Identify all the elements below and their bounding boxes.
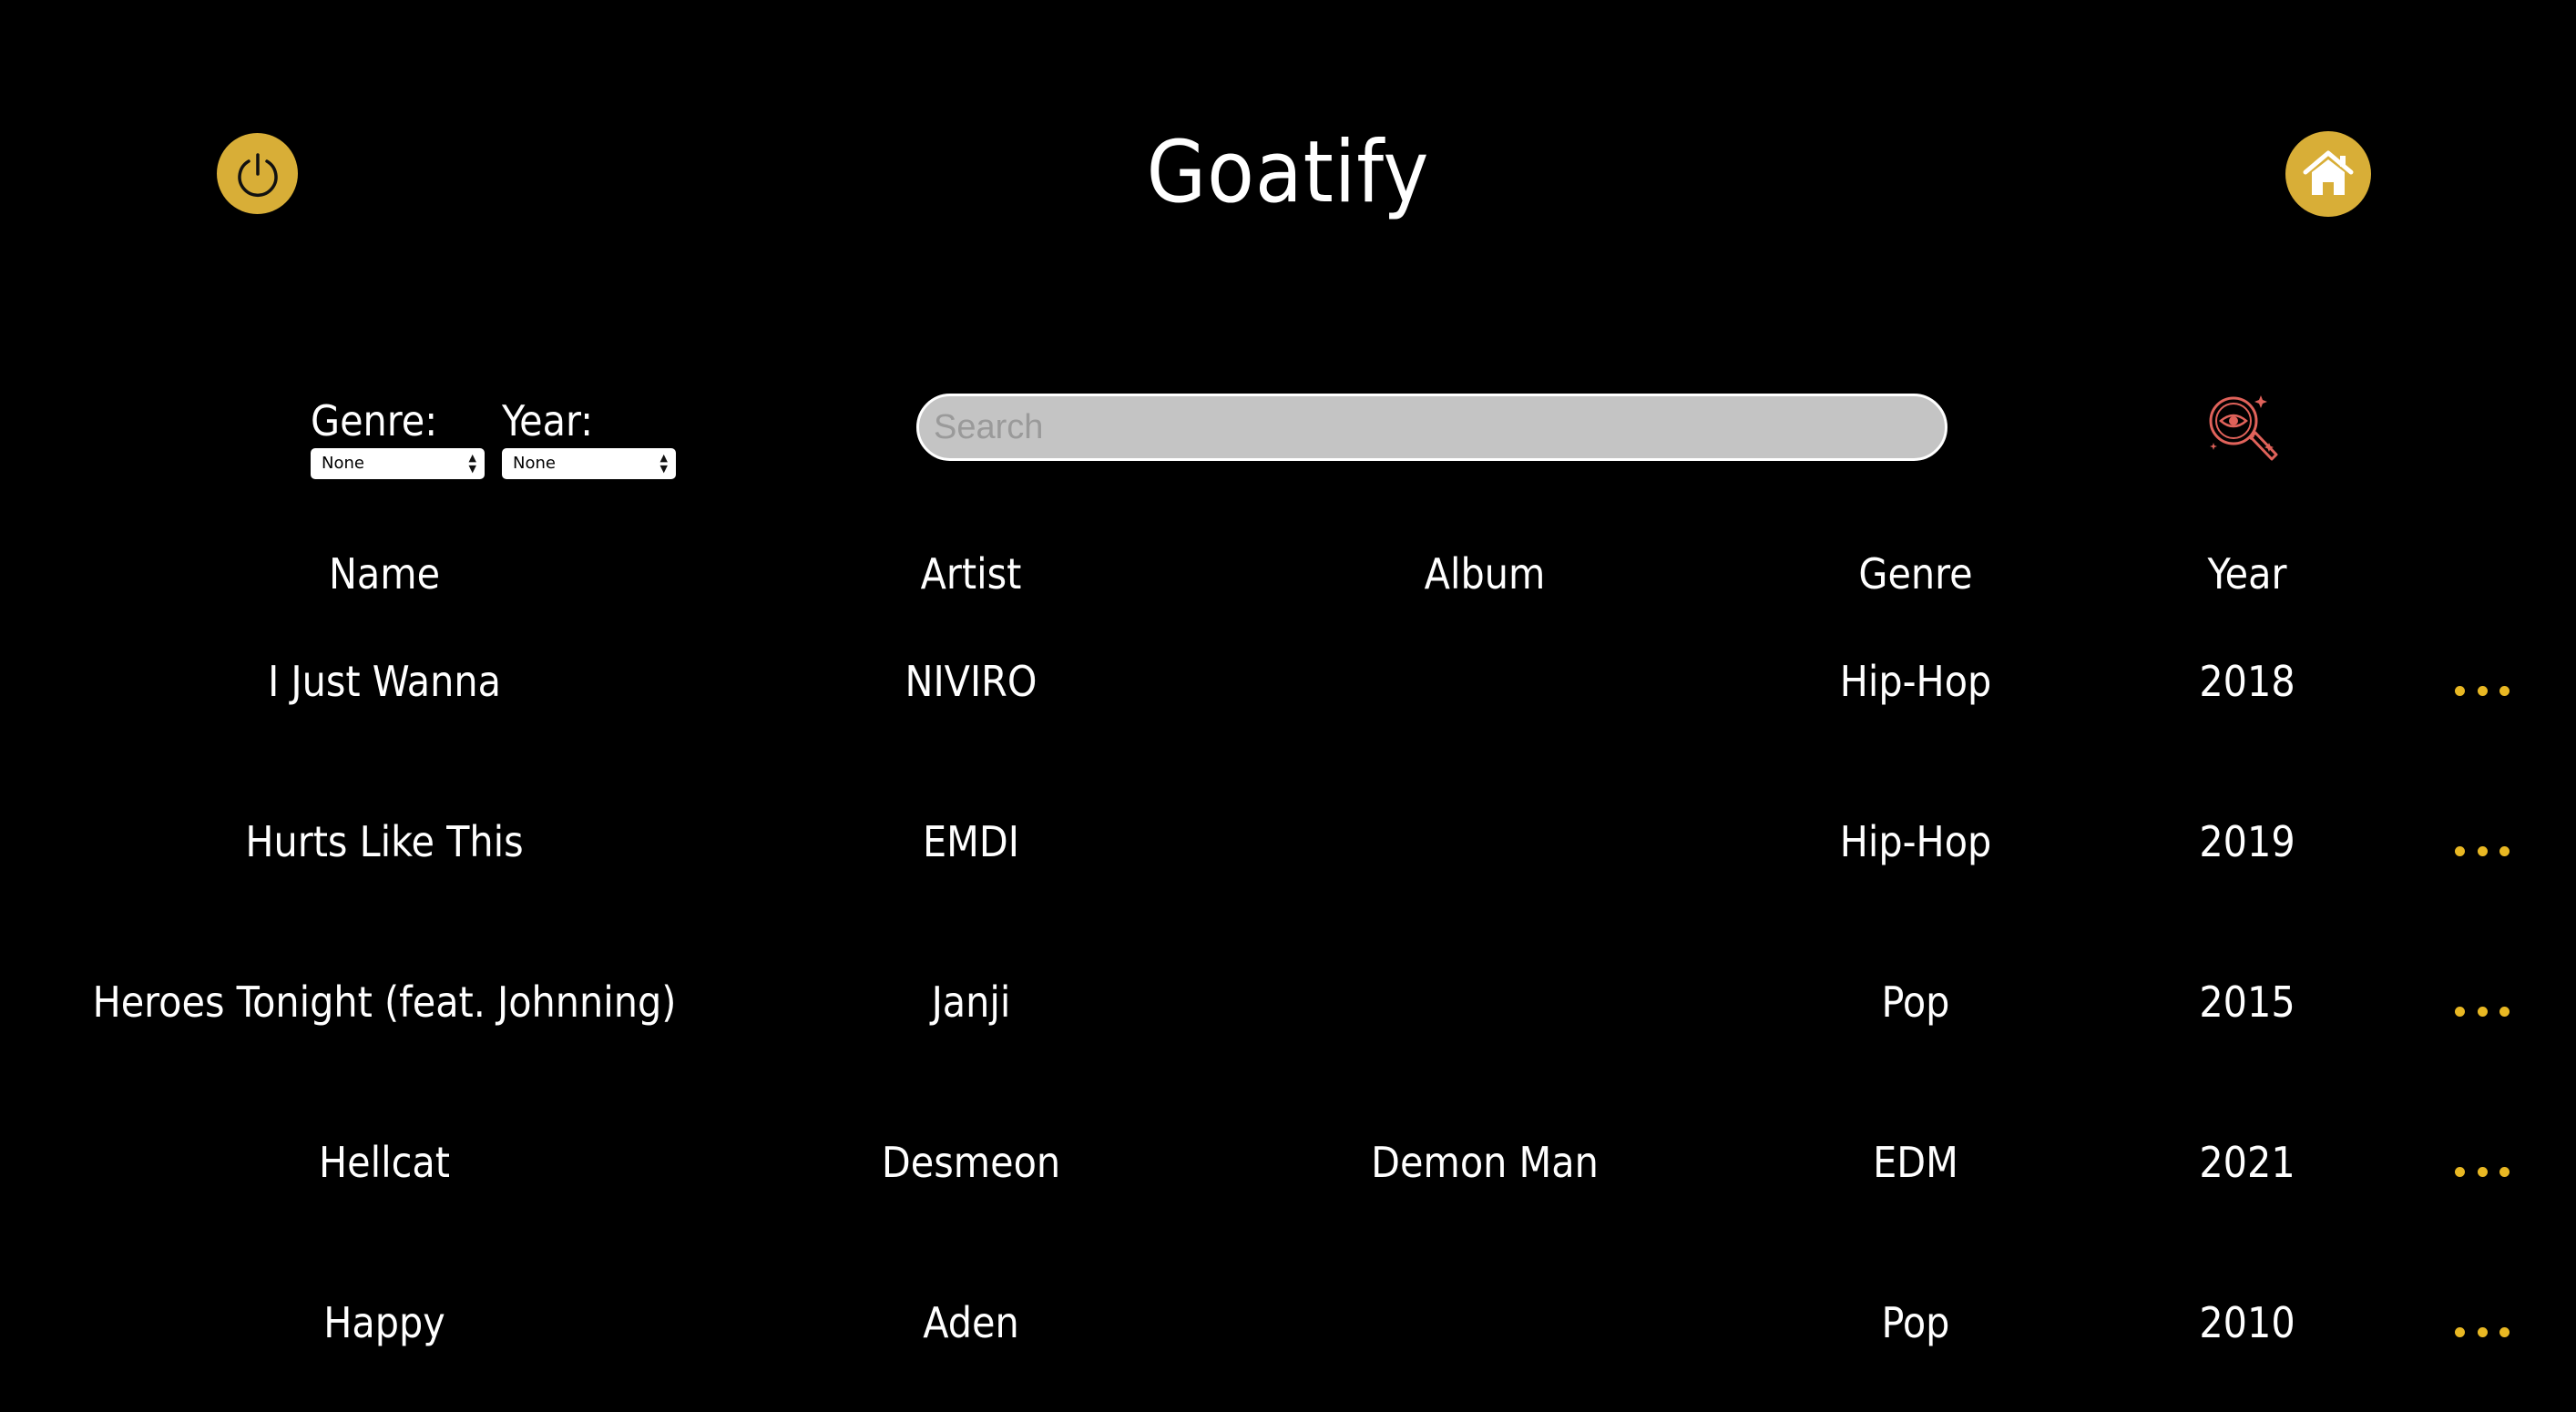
app-title: Goatify — [1146, 123, 1430, 222]
more-options-icon — [2499, 685, 2510, 696]
more-options-icon — [2477, 1326, 2488, 1337]
column-header-year[interactable]: Year — [2208, 547, 2287, 601]
genre-cell: EDM — [1873, 1138, 1958, 1187]
more-options-icon — [2455, 1326, 2465, 1337]
home-icon — [2303, 150, 2354, 195]
more-options-icon — [2455, 685, 2465, 696]
year-filter-label: Year: — [502, 396, 594, 445]
artist-cell: Aden — [923, 1298, 1019, 1347]
more-options-icon — [2499, 1166, 2510, 1177]
search-button[interactable] — [2204, 390, 2286, 465]
year-cell: 2019 — [2199, 817, 2295, 866]
genre-cell: Hip-Hop — [1839, 817, 1992, 866]
power-icon — [237, 152, 278, 197]
year-cell: 2021 — [2199, 1138, 2295, 1187]
search-eye-icon — [2209, 395, 2278, 461]
select-arrows-icon: ▲ ▼ — [659, 452, 668, 475]
song-name-cell: Hellcat — [319, 1138, 450, 1187]
year-select[interactable]: None ▲ ▼ — [502, 448, 676, 479]
column-header-genre[interactable]: Genre — [1858, 547, 1972, 601]
more-options-icon — [2455, 1006, 2465, 1017]
more-options-icon — [2477, 685, 2488, 696]
more-options-button[interactable] — [2455, 681, 2510, 700]
genre-cell: Pop — [1881, 977, 1950, 1027]
song-name-cell: Hurts Like This — [245, 817, 524, 866]
column-header-artist[interactable]: Artist — [921, 547, 1022, 601]
more-options-icon — [2477, 845, 2488, 856]
more-options-icon — [2455, 845, 2465, 856]
more-options-button[interactable] — [2455, 1002, 2510, 1020]
search-input[interactable] — [916, 394, 1947, 461]
artist-cell: Janji — [931, 977, 1011, 1027]
artist-cell: NIVIRO — [905, 657, 1038, 706]
column-header-name[interactable]: Name — [329, 547, 440, 601]
genre-cell: Hip-Hop — [1839, 657, 1992, 706]
genre-cell: Pop — [1881, 1298, 1950, 1347]
column-header-album[interactable]: Album — [1425, 547, 1546, 601]
more-options-icon — [2499, 845, 2510, 856]
year-filter: Year: None ▲ ▼ — [502, 394, 676, 479]
year-cell: 2018 — [2199, 657, 2295, 706]
more-options-icon — [2455, 1166, 2465, 1177]
genre-select[interactable]: None ▲ ▼ — [311, 448, 485, 479]
artist-cell: EMDI — [923, 817, 1019, 866]
song-name-cell: I Just Wanna — [268, 657, 501, 706]
home-button[interactable] — [2285, 131, 2371, 217]
year-cell: 2015 — [2199, 977, 2295, 1027]
more-options-button[interactable] — [2455, 1162, 2510, 1181]
year-cell: 2010 — [2199, 1298, 2295, 1347]
genre-select-value: None — [322, 454, 364, 473]
power-button[interactable] — [217, 133, 298, 214]
more-options-button[interactable] — [2455, 842, 2510, 860]
more-options-button[interactable] — [2455, 1323, 2510, 1341]
song-name-cell: Heroes Tonight (feat. Johnning) — [92, 977, 677, 1027]
more-options-icon — [2477, 1166, 2488, 1177]
genre-filter-label: Genre: — [311, 396, 438, 445]
album-cell: Demon Man — [1371, 1138, 1599, 1187]
select-arrows-icon: ▲ ▼ — [468, 452, 476, 475]
year-select-value: None — [513, 454, 556, 473]
more-options-icon — [2499, 1006, 2510, 1017]
more-options-icon — [2499, 1326, 2510, 1337]
song-name-cell: Happy — [323, 1298, 445, 1347]
genre-filter: Genre: None ▲ ▼ — [311, 394, 485, 479]
more-options-icon — [2477, 1006, 2488, 1017]
artist-cell: Desmeon — [881, 1138, 1061, 1187]
